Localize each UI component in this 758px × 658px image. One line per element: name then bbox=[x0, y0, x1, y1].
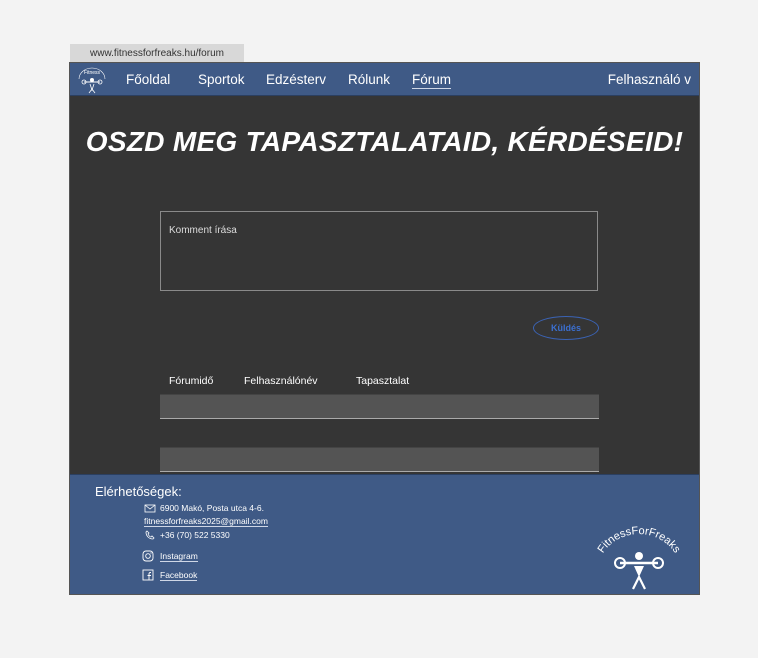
nav-item-rolunk[interactable]: Rólunk bbox=[348, 72, 390, 87]
nav-item-sportok[interactable]: Sportok bbox=[198, 72, 245, 87]
footer-title: Elérhetőségek: bbox=[95, 484, 182, 499]
logo-icon[interactable]: Fitness bbox=[74, 65, 110, 95]
email-link[interactable]: fitnessforfreaks2025@gmail.com bbox=[144, 516, 268, 527]
svg-text:FitnessForFreaks: FitnessForFreaks bbox=[595, 525, 682, 556]
nav-item-forum[interactable]: Fórum bbox=[412, 72, 452, 89]
column-header-time: Fórumidő bbox=[169, 375, 214, 387]
facebook-icon bbox=[142, 569, 154, 581]
send-button[interactable]: Küldés bbox=[533, 316, 599, 340]
footer-address: 6900 Makó, Posta utca 4-6. bbox=[144, 502, 264, 514]
nav-item-fooldal[interactable]: Főoldal bbox=[126, 72, 170, 87]
instagram-icon bbox=[142, 550, 154, 562]
comment-input[interactable]: Komment írása bbox=[160, 211, 598, 291]
url-text: www.fitnessforfreaks.hu/forum bbox=[90, 47, 224, 59]
table-row bbox=[160, 394, 599, 419]
facebook-label[interactable]: Facebook bbox=[160, 570, 198, 581]
phone-text: +36 (70) 522 5330 bbox=[160, 530, 230, 540]
footer: Elérhetőségek: 6900 Makó, Posta utca 4-6… bbox=[70, 474, 699, 594]
brand-logo: FitnessForFreaks bbox=[595, 525, 683, 590]
instagram-label[interactable]: Instagram bbox=[160, 551, 198, 562]
logo-text: FitnessForFreaks bbox=[595, 525, 682, 556]
browser-url-bar[interactable]: www.fitnessforfreaks.hu/forum bbox=[70, 44, 244, 62]
svg-text:Fitness: Fitness bbox=[84, 70, 101, 76]
navbar: Fitness Főoldal Sportok Edzésterv Rólunk… bbox=[70, 63, 699, 96]
page-title: OSZD MEG TAPASZTALATAID, KÉRDÉSEID! bbox=[85, 126, 684, 157]
column-header-username: Felhasználónév bbox=[244, 375, 318, 387]
comment-placeholder: Komment írása bbox=[169, 225, 237, 236]
table-row bbox=[160, 447, 599, 472]
user-menu[interactable]: Felhasználó v bbox=[608, 72, 691, 87]
phone-icon bbox=[145, 530, 155, 540]
instagram-link[interactable]: Instagram bbox=[142, 550, 198, 562]
column-header-experience: Tapasztalat bbox=[356, 375, 410, 387]
facebook-link[interactable]: Facebook bbox=[142, 569, 198, 581]
footer-email[interactable]: fitnessforfreaks2025@gmail.com bbox=[144, 516, 268, 527]
footer-phone: +36 (70) 522 5330 bbox=[144, 529, 230, 541]
nav-item-edzesterv[interactable]: Edzésterv bbox=[266, 72, 326, 87]
page-frame: Fitness Főoldal Sportok Edzésterv Rólunk… bbox=[69, 62, 700, 595]
address-text: 6900 Makó, Posta utca 4-6. bbox=[160, 503, 264, 513]
mail-icon bbox=[144, 504, 156, 513]
